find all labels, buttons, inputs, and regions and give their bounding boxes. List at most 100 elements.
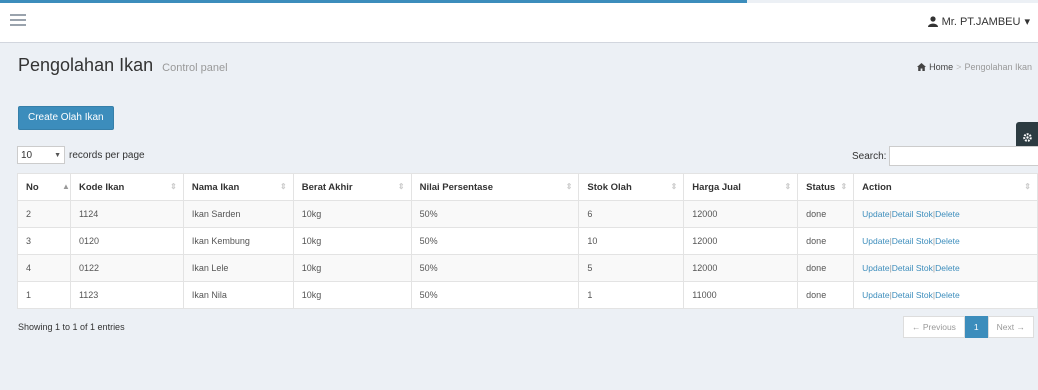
table-cell: 50% [410,281,580,309]
table-cell: 0120 [69,227,184,255]
sort-icon: ⇕ [565,182,573,191]
breadcrumb-separator: > [956,62,962,72]
table-header-row: No ▲ Kode Ikan ⇕ Nama Ikan ⇕ Berat Akhir ⇕ Nilai… [17,173,1038,201]
table-cell: 1124 [69,200,184,228]
column-header-nilai-persentase[interactable]: Nilai Persentase ⇕ [410,173,580,201]
content-header: Pengolahan Ikan Control panel Home > Pen… [0,52,1038,92]
delete-link[interactable]: Delete [935,290,960,300]
column-header-kode-ikan[interactable]: Kode Ikan ⇕ [69,173,184,201]
previous-page-button[interactable]: ← Previous [902,316,965,338]
column-header-harga-jual[interactable]: Harga Jual ⇕ [683,173,799,201]
column-header-label: Kode Ikan [78,181,125,193]
sort-icon: ⇕ [397,182,405,191]
table-cell: done [797,254,855,282]
table-cell: 50% [410,227,580,255]
breadcrumb-home-label: Home [929,62,954,72]
table-cell: Ikan Lele [182,254,294,282]
home-icon [917,63,927,71]
column-header-status[interactable]: Status ⇕ [797,173,855,201]
pengolahan-ikan-table: No ▲ Kode Ikan ⇕ Nama Ikan ⇕ Berat Akhir ⇕ Nilai… [17,173,1038,309]
sort-icon: ⇕ [840,182,848,191]
table-body: 2 1124 Ikan Sarden 10kg 50% 6 12000 done Update|… [17,200,1038,309]
table-cell: done [797,281,855,309]
table-cell: 12000 [683,254,799,282]
column-header-label: Stok Olah [587,181,632,193]
sort-icon: ▲ [62,182,70,191]
table-cell: 1123 [69,281,184,309]
table-cell: 5 [578,254,685,282]
user-icon [927,16,938,27]
table-info: Showing 1 to 1 of 1 entries [18,322,125,332]
page-length-select[interactable]: 10 ▼ [17,146,65,164]
user-name: Mr. PT.JAMBEU [941,15,1021,28]
sort-icon: ⇕ [670,182,678,191]
table-cell: Ikan Nila [182,281,294,309]
table-cell: 12000 [683,200,799,228]
pagination: ← Previous 1 Next → [902,316,1034,338]
records-per-page-label: records per page [69,149,145,161]
gear-icon [1022,132,1032,142]
page-subtitle: Control panel [162,62,228,74]
detail-stok-link[interactable]: Detail Stok [892,263,933,273]
table-row: 1 1123 Ikan Nila 10kg 50% 1 11000 done Update|De… [17,281,1038,309]
top-navbar: Mr. PT.JAMBEU ▾ [0,3,1038,43]
update-link[interactable]: Update [862,290,889,300]
update-link[interactable]: Update [862,236,889,246]
update-link[interactable]: Update [862,263,889,273]
delete-link[interactable]: Delete [935,236,960,246]
delete-link[interactable]: Delete [935,263,960,273]
table-cell: 1 [17,281,71,309]
column-header-label: Berat Akhir [301,181,353,193]
table-row: 4 0122 Ikan Lele 10kg 50% 5 12000 done Update|De… [17,254,1038,282]
table-cell: 10kg [292,281,412,309]
table-cell: 3 [17,227,71,255]
breadcrumb-home[interactable]: Home [917,62,953,72]
search-label: Search: [852,150,887,162]
table-cell: Ikan Sarden [182,200,294,228]
sort-icon: ⇕ [1024,182,1031,191]
user-menu[interactable]: Mr. PT.JAMBEU ▾ [927,15,1030,28]
table-cell: 0122 [69,254,184,282]
action-cell: Update|Detail Stok|Delete [853,254,1038,282]
detail-stok-link[interactable]: Detail Stok [892,209,933,219]
breadcrumb-current: Pengolahan Ikan [964,62,1032,72]
table-cell: done [797,200,855,228]
table-search: Search: [852,146,1038,166]
breadcrumb: Home > Pengolahan Ikan [917,62,1032,72]
table-cell: 50% [410,254,580,282]
search-input[interactable] [889,146,1038,166]
column-header-stok-olah[interactable]: Stok Olah ⇕ [578,173,685,201]
create-olah-ikan-button[interactable]: Create Olah Ikan [18,106,114,130]
table-cell: 50% [410,200,580,228]
sort-icon: ⇕ [784,182,792,191]
column-header-label: Nama Ikan [191,181,240,193]
page-length-control: 10 ▼ records per page [17,146,145,164]
action-cell: Update|Detail Stok|Delete [853,281,1038,309]
hamburger-icon[interactable] [10,14,26,28]
action-cell: Update|Detail Stok|Delete [853,200,1038,228]
update-link[interactable]: Update [862,209,889,219]
detail-stok-link[interactable]: Detail Stok [892,290,933,300]
column-header-label: Action [862,181,892,193]
next-page-button[interactable]: Next → [987,316,1034,338]
chevron-down-icon: ▼ [54,151,61,159]
column-header-action[interactable]: Action ⇕ [853,173,1038,201]
column-header-label: Harga Jual [692,181,741,193]
table-row: 2 1124 Ikan Sarden 10kg 50% 6 12000 done Update|… [17,200,1038,228]
page-button-current[interactable]: 1 [964,316,988,338]
column-header-nama-ikan[interactable]: Nama Ikan ⇕ [182,173,294,201]
column-header-no[interactable]: No ▲ [17,173,71,201]
table-cell: 2 [17,200,71,228]
action-cell: Update|Detail Stok|Delete [853,227,1038,255]
detail-stok-link[interactable]: Detail Stok [892,236,933,246]
column-header-label: No [26,181,39,193]
table-cell: 11000 [683,281,799,309]
delete-link[interactable]: Delete [935,209,960,219]
chevron-down-icon: ▾ [1024,16,1030,28]
table-row: 3 0120 Ikan Kembung 10kg 50% 10 12000 done Updat… [17,227,1038,255]
column-header-berat-akhir[interactable]: Berat Akhir ⇕ [292,173,412,201]
table-cell: 10kg [292,227,412,255]
table-cell: 10kg [292,200,412,228]
sort-icon: ⇕ [170,182,177,191]
table-cell: Ikan Kembung [182,227,294,255]
